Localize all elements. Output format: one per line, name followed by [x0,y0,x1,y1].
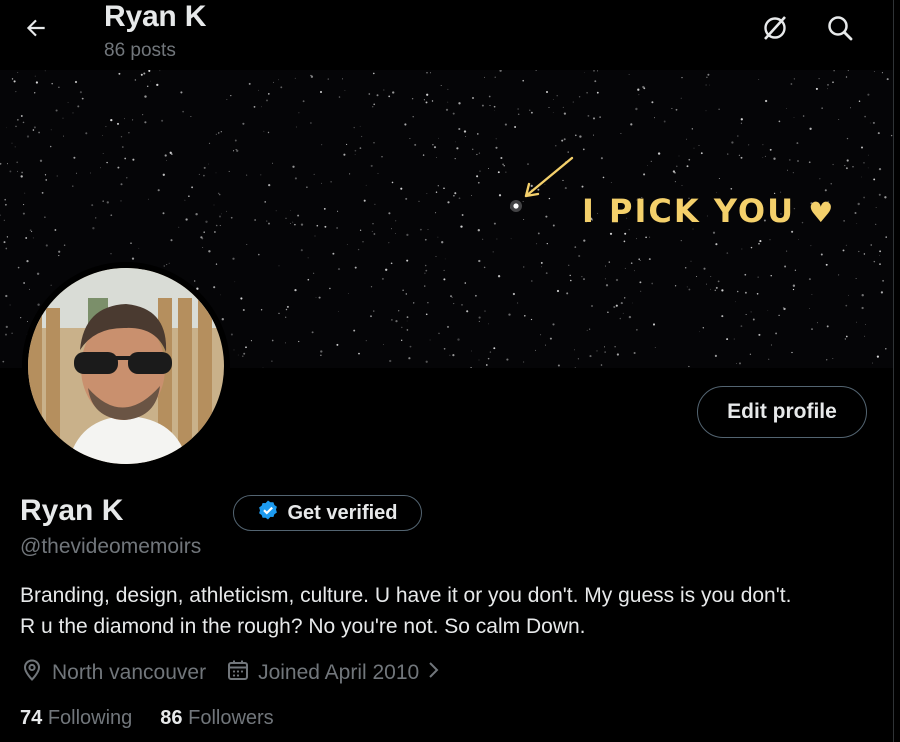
avatar[interactable] [22,262,230,470]
follow-stats: 74 Following 86 Followers [20,707,302,730]
profile-header: Ryan K 86 posts [0,0,893,70]
bio-line-1: Branding, design, athleticism, culture. … [20,584,792,607]
followers-label: Followers [188,707,274,729]
search-icon [826,14,854,47]
grok-button[interactable] [755,10,795,50]
get-verified-label: Get verified [287,501,398,524]
verified-badge-icon [257,499,279,527]
following-label: Following [47,707,133,729]
get-verified-button[interactable]: Get verified [233,495,422,531]
followers-link[interactable]: 86 Followers [160,707,273,730]
profile-name: Ryan K [20,494,124,527]
banner-caption: I PICK YOU ♥ [582,192,835,230]
post-count: 86 posts [104,40,176,61]
page-title: Ryan K [104,0,207,33]
followers-count: 86 [160,707,183,729]
joined-text: Joined April 2010 [258,661,420,684]
banner-caption-text: I PICK YOU [582,192,796,230]
calendar-icon [226,658,250,688]
following-link[interactable]: 74 Following [20,707,132,730]
location-item: North vancouver [20,658,206,688]
location-text: North vancouver [52,661,207,684]
profile-bio: Branding, design, athleticism, culture. … [20,580,880,642]
grok-icon [761,14,789,47]
back-button[interactable] [16,12,56,48]
following-count: 74 [20,707,43,729]
joined-item[interactable]: Joined April 2010 [226,658,441,688]
edit-profile-button[interactable]: Edit profile [697,386,867,438]
heart-icon: ♥ [808,196,836,229]
location-pin-icon [20,658,44,688]
profile-handle: @thevideomemoirs [20,535,202,558]
profile-meta: North vancouver Joined April 2010 [20,657,461,689]
bio-line-2: R u the diamond in the rough? No you're … [20,615,586,638]
chevron-right-icon [427,660,441,686]
search-button[interactable] [820,10,860,50]
column-divider [893,0,894,742]
avatar-photo [28,268,224,464]
back-arrow-icon [23,15,49,46]
